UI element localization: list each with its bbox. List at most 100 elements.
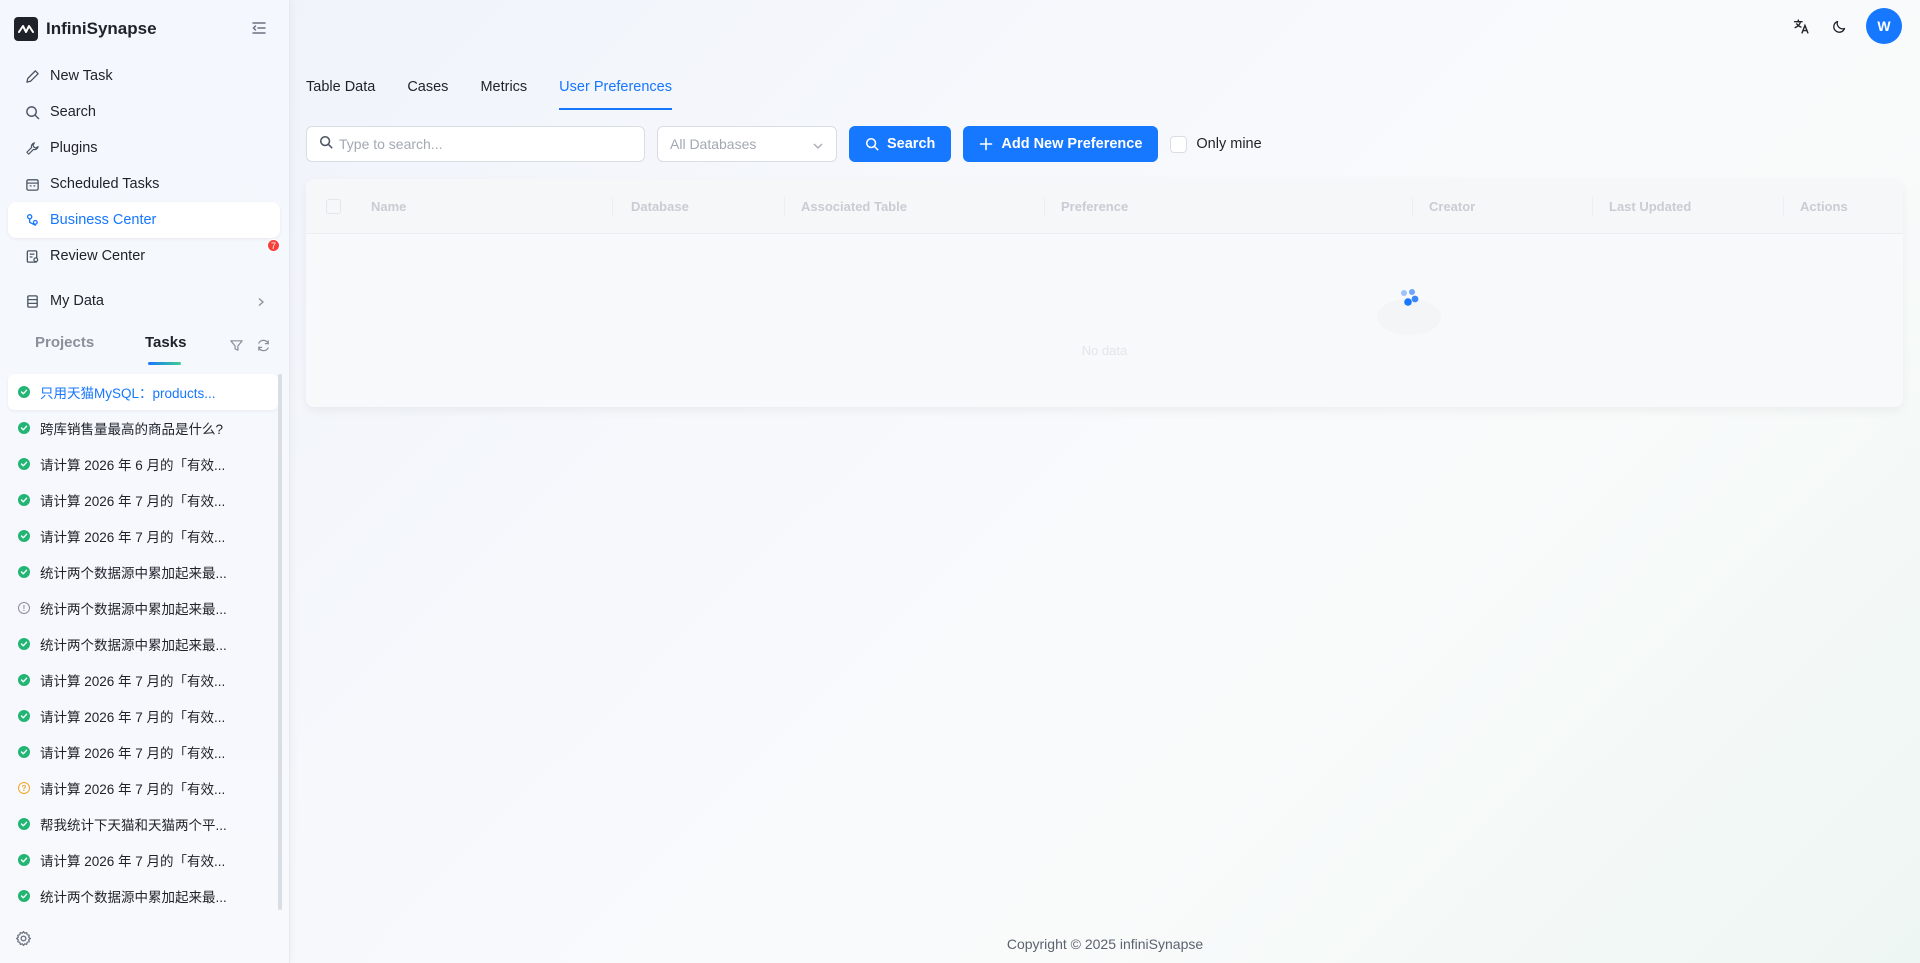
search-icon xyxy=(24,104,40,120)
task-item[interactable]: 帮我统计下天猫和天猫两个平... xyxy=(8,806,278,842)
add-preference-button[interactable]: Add New Preference xyxy=(963,126,1159,162)
task-item[interactable]: 只用天猫MySQL：products... xyxy=(8,374,278,410)
column-divider xyxy=(784,197,785,217)
table-header: Name Database Associated Table Preferenc… xyxy=(306,179,1903,234)
nav-label: New Task xyxy=(50,68,113,84)
task-label: 统计两个数据源中累加起来最... xyxy=(40,602,227,617)
task-item[interactable]: 请计算 2026 年 7 月的「有效... xyxy=(8,698,278,734)
check-circle-icon xyxy=(18,386,30,398)
column-header-database[interactable]: Database xyxy=(631,179,689,234)
nav-plugins[interactable]: Plugins xyxy=(8,130,280,166)
wrench-icon xyxy=(24,140,40,156)
translate-icon[interactable] xyxy=(1785,10,1817,42)
task-item[interactable]: 统计两个数据源中累加起来最... xyxy=(8,554,278,590)
nav-label: Scheduled Tasks xyxy=(50,176,160,192)
check-circle-icon xyxy=(18,746,30,758)
database-icon xyxy=(24,293,40,309)
task-item[interactable]: ? 请计算 2026 年 7 月的「有效... xyxy=(8,770,278,806)
search-icon xyxy=(319,135,333,154)
nav-new-task[interactable]: New Task xyxy=(8,58,280,94)
task-label: 请计算 2026 年 7 月的「有效... xyxy=(40,710,226,725)
logo-icon xyxy=(14,17,38,41)
column-header-actions: Actions xyxy=(1800,199,1848,214)
collapse-sidebar-icon[interactable] xyxy=(250,19,268,37)
search-field[interactable] xyxy=(306,126,645,162)
task-item[interactable]: 请计算 2026 年 7 月的「有效... xyxy=(8,662,278,698)
select-all-checkbox[interactable] xyxy=(326,199,341,214)
task-item[interactable]: ! 统计两个数据源中累加起来最... xyxy=(8,590,278,626)
review-count-badge: 7 xyxy=(267,239,280,252)
filter-icon[interactable] xyxy=(229,338,244,358)
task-item[interactable]: 请计算 2026 年 6 月的「有效... xyxy=(8,446,278,482)
info-circle-icon: ! xyxy=(18,602,30,614)
task-item[interactable]: 统计两个数据源中累加起来最... xyxy=(8,878,278,914)
tab-metrics[interactable]: Metrics xyxy=(480,72,527,110)
user-avatar[interactable]: W xyxy=(1866,8,1902,44)
checkbox-box[interactable] xyxy=(1170,135,1188,153)
task-label: 统计两个数据源中累加起来最... xyxy=(40,638,227,653)
task-item[interactable]: 跨库销售量最高的商品是什么? xyxy=(8,410,278,446)
content-tabs: Table Data Cases Metrics User Preference… xyxy=(306,72,704,110)
column-divider xyxy=(1044,197,1045,217)
database-select-value: All Databases xyxy=(670,136,757,152)
empty-state: No data xyxy=(306,235,1903,407)
refresh-icon[interactable] xyxy=(256,338,271,358)
warning-circle-icon: ? xyxy=(18,782,30,794)
tab-user-preferences[interactable]: User Preferences xyxy=(559,72,672,110)
task-label: 跨库销售量最高的商品是什么? xyxy=(40,422,224,437)
column-header-creator[interactable]: Creator xyxy=(1429,179,1475,234)
task-item[interactable]: 请计算 2026 年 7 月的「有效... xyxy=(8,842,278,878)
nav-label: Search xyxy=(50,104,96,120)
search-input[interactable] xyxy=(339,136,629,152)
task-list-scrollbar[interactable] xyxy=(278,374,282,910)
search-button[interactable]: Search xyxy=(849,126,952,162)
dark-mode-moon-icon[interactable] xyxy=(1824,10,1856,42)
nav-scheduled-tasks[interactable]: Scheduled Tasks xyxy=(8,166,280,202)
column-header-last-updated[interactable]: Last Updated xyxy=(1609,179,1691,234)
settings-gear-icon[interactable] xyxy=(15,930,32,952)
review-icon xyxy=(24,248,40,264)
tab-cases[interactable]: Cases xyxy=(407,72,448,110)
brand[interactable]: InfiniSynapse xyxy=(14,16,157,42)
task-label: 请计算 2026 年 7 月的「有效... xyxy=(40,494,226,509)
nav-my-data[interactable]: My Data xyxy=(8,283,280,319)
empty-text: No data xyxy=(1081,343,1128,358)
nav-business-center[interactable]: Business Center xyxy=(8,202,280,238)
sidebar-tabs: Projects Tasks xyxy=(0,330,290,365)
task-list: 只用天猫MySQL：products... 跨库销售量最高的商品是什么? 请计算 2… xyxy=(8,374,278,914)
task-label: 请计算 2026 年 6 月的「有效... xyxy=(40,458,226,473)
column-header-name[interactable]: Name xyxy=(371,179,406,234)
nav-label: My Data xyxy=(50,293,104,309)
nav-label: Plugins xyxy=(50,140,98,156)
tab-table-data[interactable]: Table Data xyxy=(306,72,375,110)
task-item[interactable]: 请计算 2026 年 7 月的「有效... xyxy=(8,482,278,518)
tab-projects[interactable]: Projects xyxy=(35,334,94,351)
task-item[interactable]: 请计算 2026 年 7 月的「有效... xyxy=(8,518,278,554)
only-mine-label: Only mine xyxy=(1196,136,1262,152)
only-mine-checkbox[interactable]: Only mine xyxy=(1170,135,1262,153)
task-label: 帮我统计下天猫和天猫两个平... xyxy=(40,818,227,833)
nav-review-center[interactable]: Review Center 7 xyxy=(8,238,280,274)
edit-icon xyxy=(24,68,40,84)
add-preference-label: Add New Preference xyxy=(1001,136,1143,152)
nav-search[interactable]: Search xyxy=(8,94,280,130)
check-circle-icon xyxy=(18,530,30,542)
task-item[interactable]: 请计算 2026 年 7 月的「有效... xyxy=(8,734,278,770)
column-divider xyxy=(1783,197,1784,217)
check-circle-icon xyxy=(18,458,30,470)
column-header-preference[interactable]: Preference xyxy=(1061,179,1128,234)
search-icon xyxy=(865,137,879,151)
task-label: 统计两个数据源中累加起来最... xyxy=(40,890,227,905)
task-label: 请计算 2026 年 7 月的「有效... xyxy=(40,854,226,869)
column-header-associated-table[interactable]: Associated Table xyxy=(801,179,907,234)
task-label: 请计算 2026 年 7 月的「有效... xyxy=(40,530,226,545)
check-circle-icon xyxy=(18,890,30,902)
tab-tasks[interactable]: Tasks xyxy=(145,334,186,351)
plus-icon xyxy=(979,137,993,151)
toolbar: All Databases Search Add New Preference … xyxy=(306,126,1262,162)
task-item[interactable]: 统计两个数据源中累加起来最... xyxy=(8,626,278,662)
check-circle-icon xyxy=(18,710,30,722)
check-circle-icon xyxy=(18,818,30,830)
database-select[interactable]: All Databases xyxy=(657,126,837,162)
check-circle-icon xyxy=(18,638,30,650)
